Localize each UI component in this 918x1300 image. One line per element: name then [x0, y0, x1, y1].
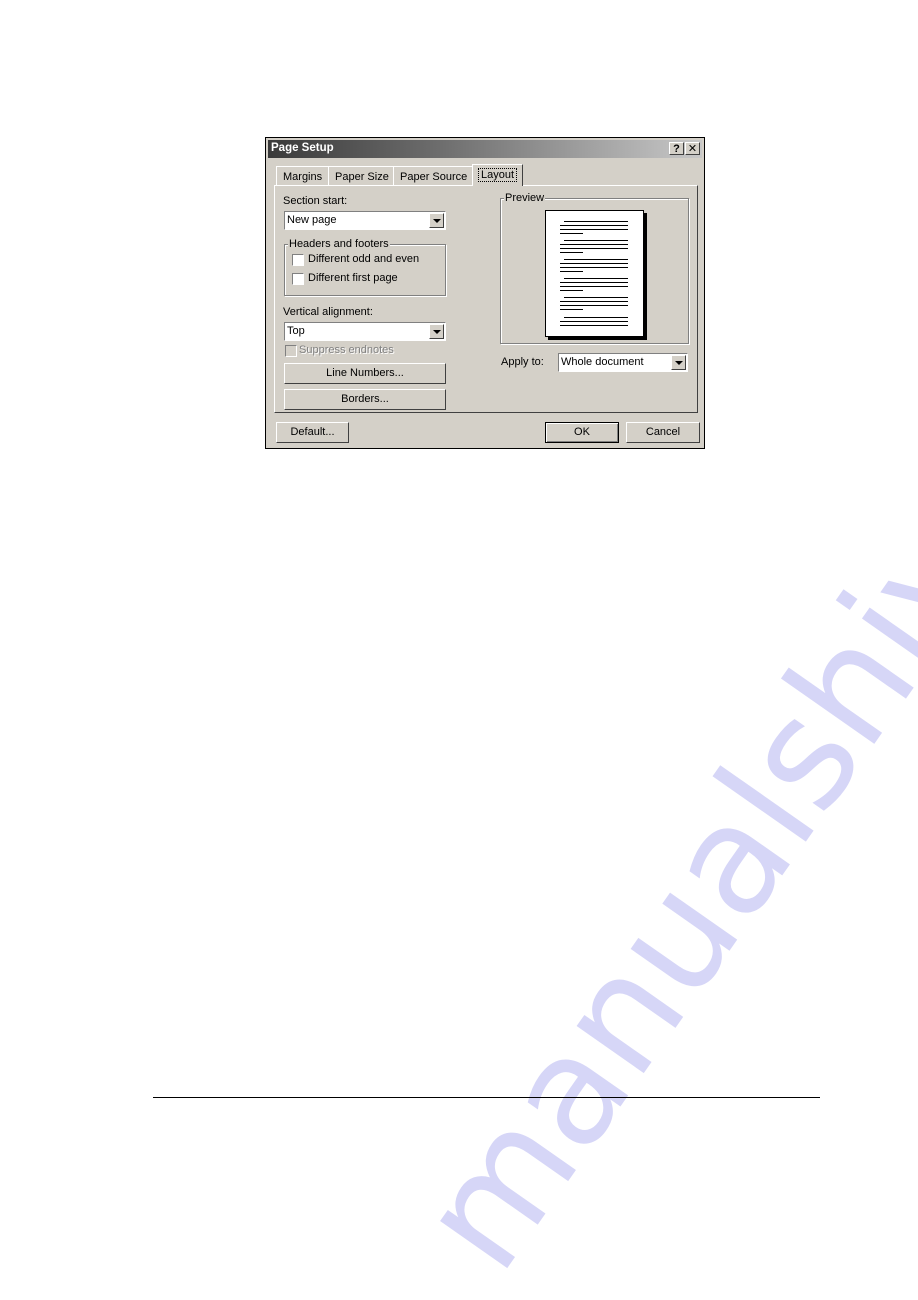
- tab-margins[interactable]: Margins: [276, 166, 330, 185]
- vertical-alignment-value: Top: [287, 325, 305, 337]
- preview-page-thumbnail: [545, 210, 644, 337]
- apply-to-select[interactable]: Whole document: [558, 353, 688, 372]
- tab-paper-size[interactable]: Paper Size: [328, 166, 396, 185]
- tab-label: Paper Source: [400, 171, 468, 183]
- section-start-label: Section start:: [283, 195, 348, 207]
- title-bar: Page Setup ? ✕: [268, 140, 702, 158]
- chevron-down-icon[interactable]: [671, 355, 686, 370]
- preview-group: Preview: [500, 192, 689, 344]
- vertical-alignment-label: Vertical alignment:: [283, 306, 373, 318]
- vertical-alignment-select[interactable]: Top: [284, 322, 446, 341]
- help-icon[interactable]: ?: [669, 142, 684, 155]
- default-button[interactable]: Default...: [276, 422, 349, 443]
- tab-layout[interactable]: Layout: [472, 164, 524, 186]
- section-start-select[interactable]: New page: [284, 211, 446, 230]
- apply-to-value: Whole document: [561, 356, 644, 368]
- apply-to-label: Apply to:: [501, 356, 544, 368]
- tab-label: Layout: [477, 168, 518, 182]
- preview-title: Preview: [504, 192, 546, 204]
- different-odd-even-checkbox[interactable]: [292, 254, 304, 266]
- suppress-endnotes-label: Suppress endnotes: [299, 344, 394, 356]
- headers-footers-title: Headers and footers: [288, 238, 390, 250]
- close-icon[interactable]: ✕: [685, 142, 700, 155]
- headers-footers-group: Headers and footers Different odd and ev…: [284, 238, 446, 296]
- page-setup-dialog: Page Setup ? ✕ Margins Paper Size Paper …: [265, 137, 705, 449]
- ok-button[interactable]: OK: [545, 422, 619, 443]
- line-numbers-button[interactable]: Line Numbers...: [284, 363, 446, 384]
- different-first-page-label: Different first page: [308, 272, 398, 284]
- chevron-down-icon[interactable]: [429, 324, 444, 339]
- tab-label: Paper Size: [335, 171, 389, 183]
- different-first-page-checkbox[interactable]: [292, 273, 304, 285]
- different-odd-even-label: Different odd and even: [308, 253, 420, 265]
- suppress-endnotes-checkbox[interactable]: [285, 345, 297, 357]
- cancel-button[interactable]: Cancel: [626, 422, 700, 443]
- borders-button[interactable]: Borders...: [284, 389, 446, 410]
- layout-panel: Section start: New page Headers and foot…: [274, 185, 698, 413]
- dialog-title: Page Setup: [271, 142, 334, 154]
- tab-label: Margins: [283, 171, 323, 183]
- section-start-value: New page: [287, 214, 337, 226]
- footer-rule: [153, 1097, 820, 1098]
- chevron-down-icon[interactable]: [429, 213, 444, 228]
- tab-paper-source[interactable]: Paper Source: [393, 166, 475, 185]
